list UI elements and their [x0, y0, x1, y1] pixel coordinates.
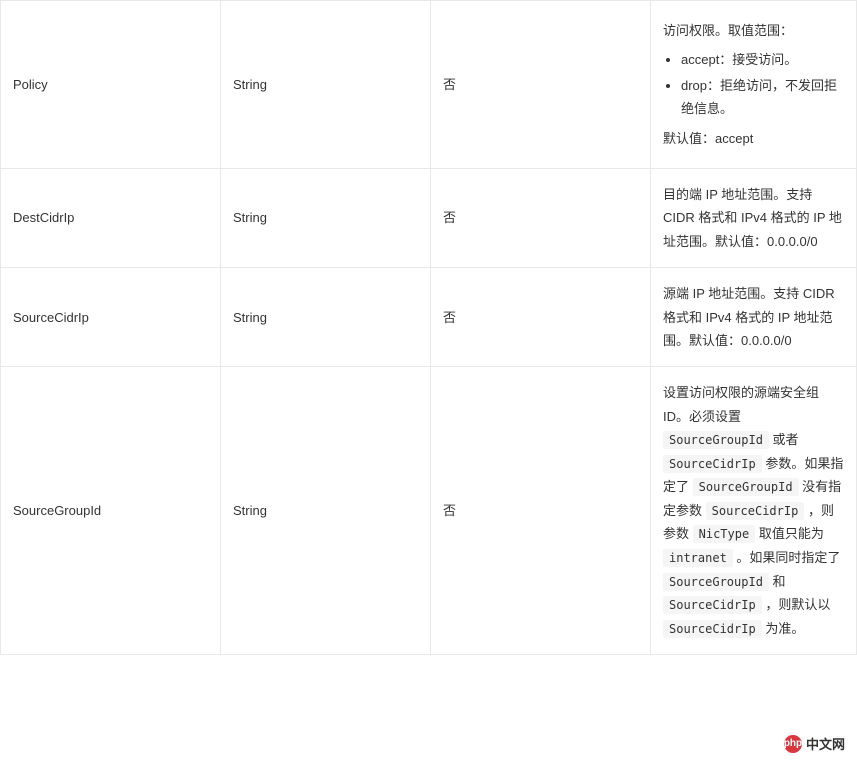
desc-segment: ，则默认以: [765, 597, 830, 612]
watermark-label: 中文网: [806, 734, 845, 753]
param-desc-cell: 设置访问权限的源端安全组 ID。必须设置 SourceGroupId 或者 So…: [651, 367, 857, 655]
table-row: Policy String 否 访问权限。取值范围： accept：接受访问。 …: [1, 1, 857, 169]
php-logo-icon: php: [784, 735, 802, 753]
param-type-cell: String: [221, 367, 431, 655]
param-required-cell: 否: [431, 168, 651, 267]
inline-code: SourceCidrIp: [663, 455, 762, 473]
inline-code: intranet: [663, 549, 733, 567]
inline-code: SourceCidrIp: [706, 502, 805, 520]
param-desc-cell: 目的端 IP 地址范围。支持 CIDR 格式和 IPv4 格式的 IP 地址范围…: [651, 168, 857, 267]
desc-segment: 为准。: [765, 621, 804, 636]
param-required-cell: 否: [431, 1, 651, 169]
desc-segment: 或者: [773, 432, 799, 447]
desc-bullet-item: accept：接受访问。: [681, 48, 844, 71]
param-desc-cell: 源端 IP 地址范围。支持 CIDR 格式和 IPv4 格式的 IP 地址范围。…: [651, 268, 857, 367]
desc-segment: 和: [773, 574, 786, 589]
desc-segment: 取值只能为: [759, 526, 824, 541]
inline-code: SourceGroupId: [693, 478, 799, 496]
param-name-cell: SourceGroupId: [1, 367, 221, 655]
desc-bullet-item: drop：拒绝访问，不发回拒绝信息。: [681, 74, 844, 121]
param-name-cell: SourceCidrIp: [1, 268, 221, 367]
desc-intro: 访问权限。取值范围：: [663, 19, 844, 42]
param-name-cell: Policy: [1, 1, 221, 169]
param-name-cell: DestCidrIp: [1, 168, 221, 267]
table-row: DestCidrIp String 否 目的端 IP 地址范围。支持 CIDR …: [1, 168, 857, 267]
param-type-cell: String: [221, 168, 431, 267]
table-row: SourceCidrIp String 否 源端 IP 地址范围。支持 CIDR…: [1, 268, 857, 367]
table-row: SourceGroupId String 否 设置访问权限的源端安全组 ID。必…: [1, 367, 857, 655]
site-watermark: php 中文网: [780, 732, 849, 755]
param-required-cell: 否: [431, 367, 651, 655]
desc-segment: 。如果同时指定了: [736, 550, 840, 565]
inline-code: SourceCidrIp: [663, 596, 762, 614]
param-desc-cell: 访问权限。取值范围： accept：接受访问。 drop：拒绝访问，不发回拒绝信…: [651, 1, 857, 169]
inline-code: SourceCidrIp: [663, 620, 762, 638]
inline-code: NicType: [693, 525, 756, 543]
param-type-cell: String: [221, 268, 431, 367]
inline-code: SourceGroupId: [663, 431, 769, 449]
inline-code: SourceGroupId: [663, 573, 769, 591]
param-type-cell: String: [221, 1, 431, 169]
desc-bullets: accept：接受访问。 drop：拒绝访问，不发回拒绝信息。: [663, 48, 844, 120]
desc-segment: 设置访问权限的源端安全组 ID。必须设置: [663, 385, 819, 423]
desc-outro: 默认值：accept: [663, 127, 844, 150]
parameters-table: Policy String 否 访问权限。取值范围： accept：接受访问。 …: [0, 0, 857, 655]
param-required-cell: 否: [431, 268, 651, 367]
